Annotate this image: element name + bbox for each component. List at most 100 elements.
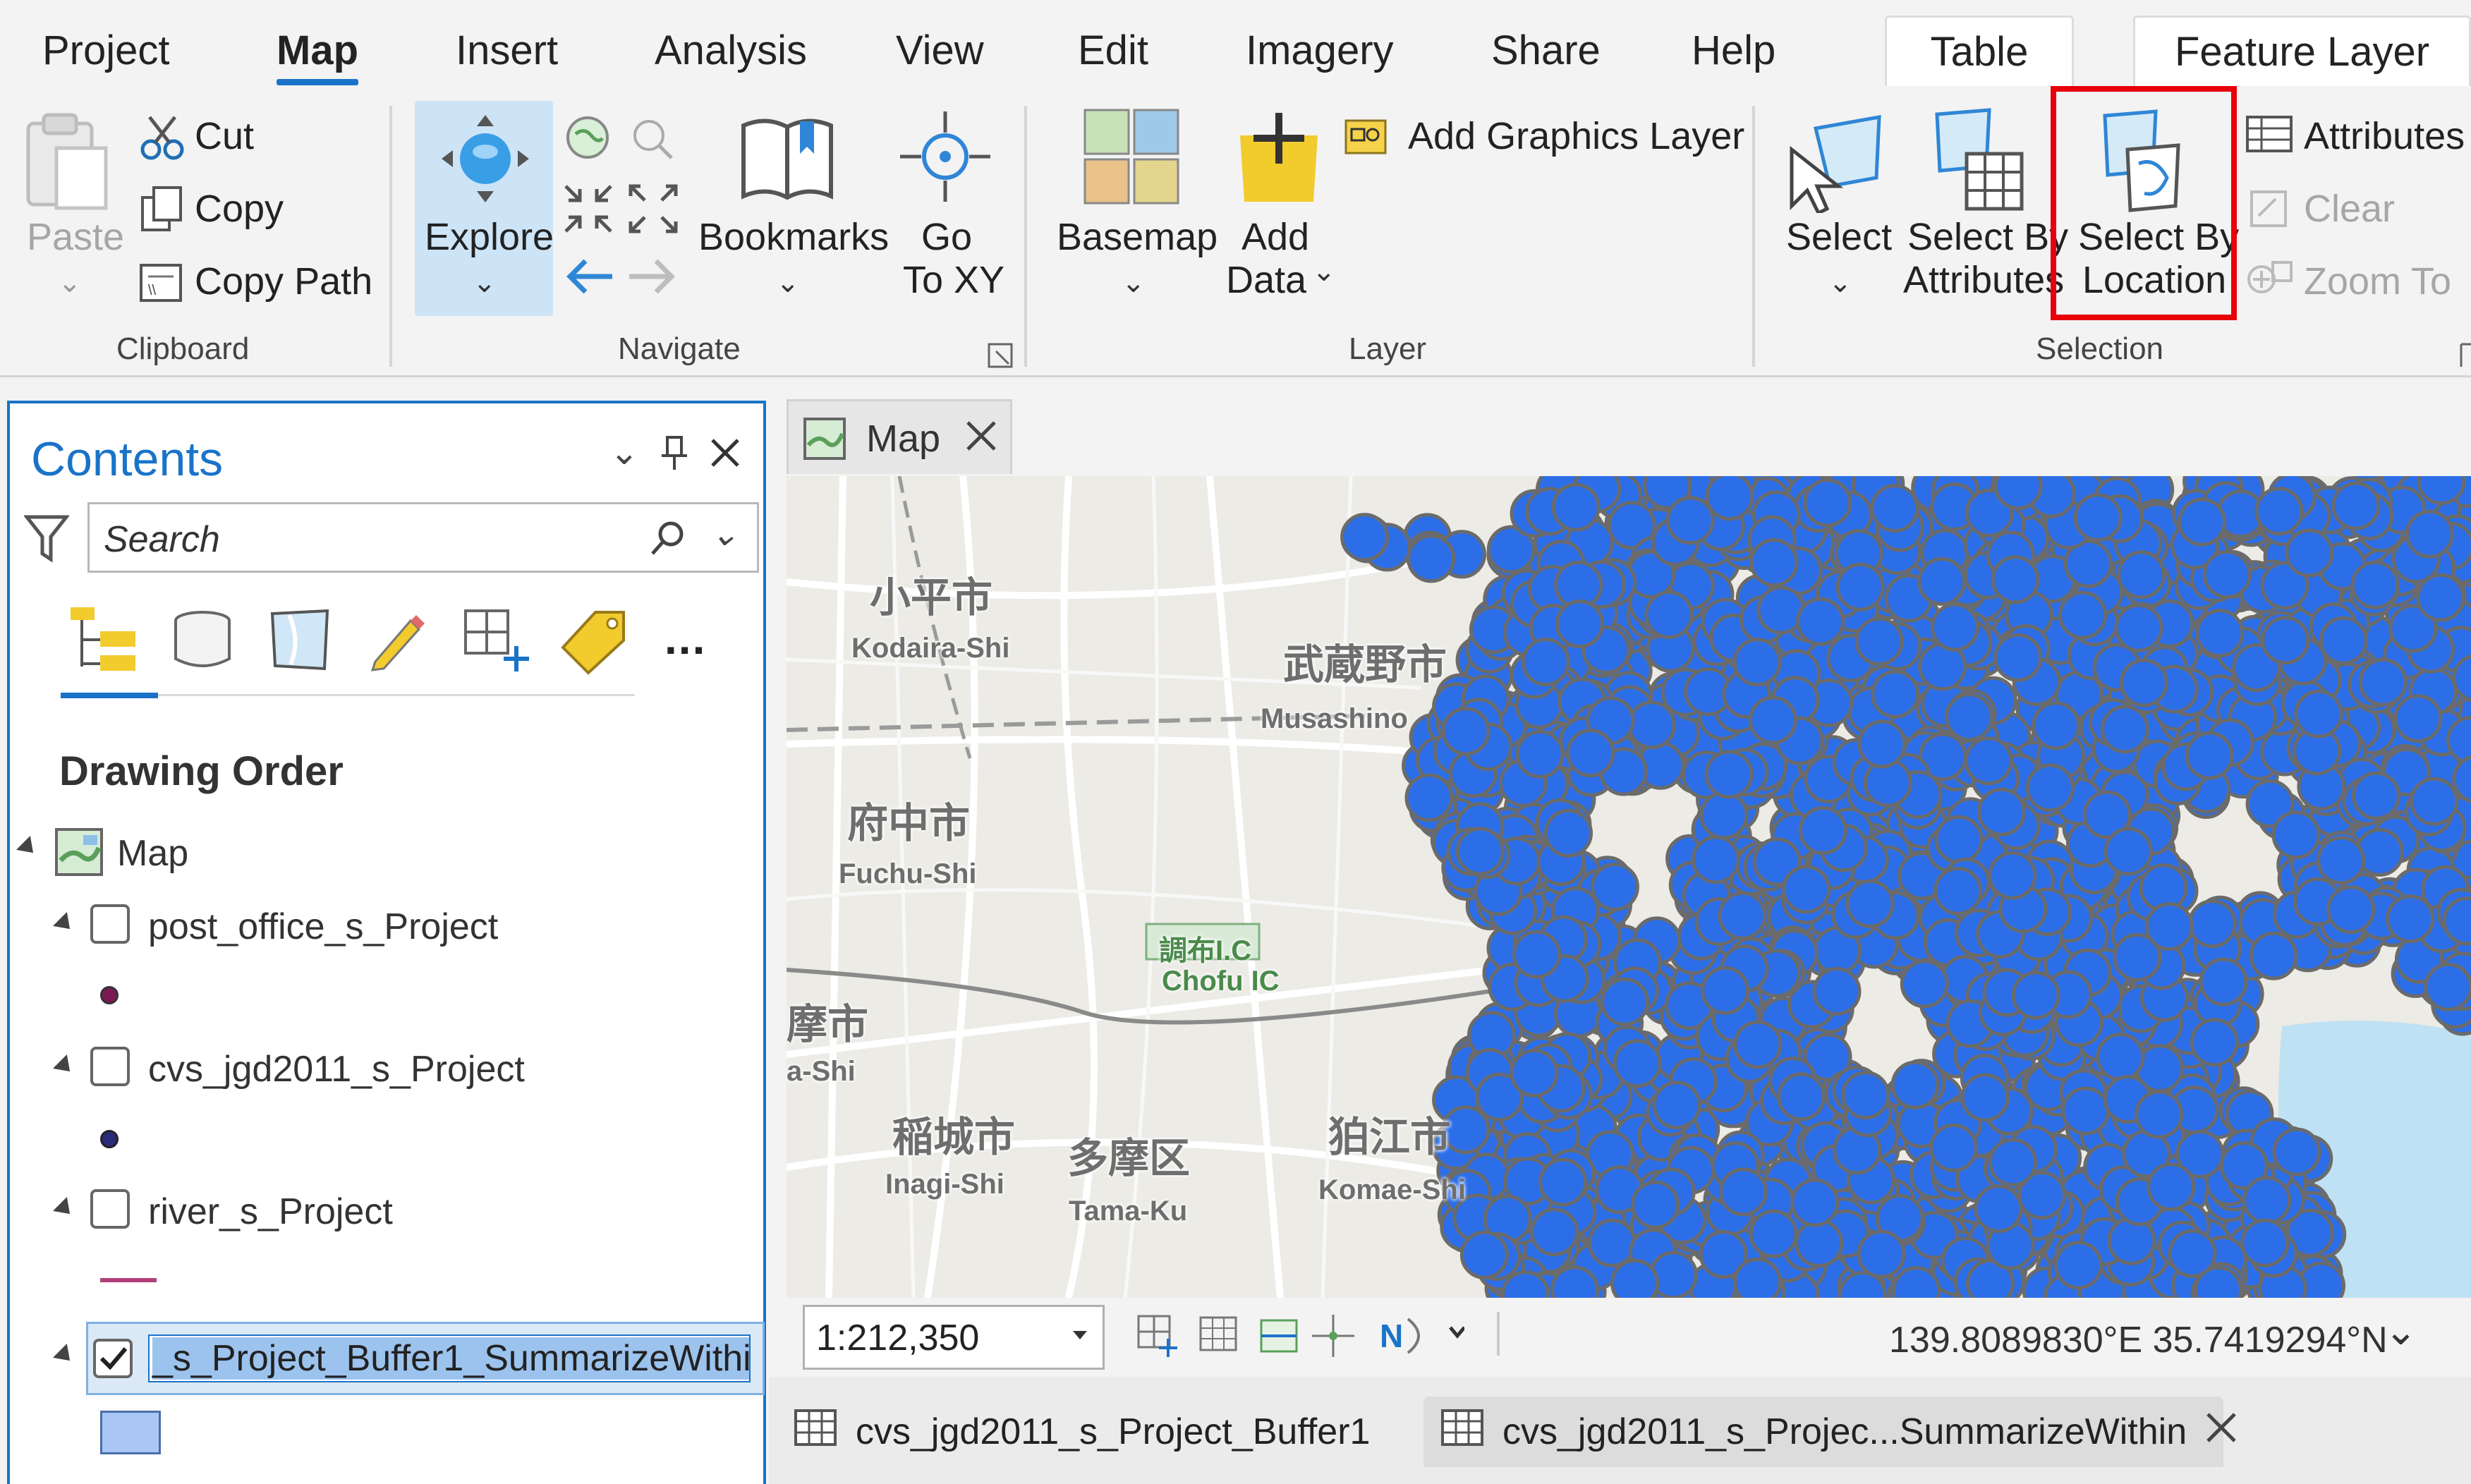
layer-name[interactable]: cvs_jgd2011_s_Project	[148, 1048, 525, 1090]
editing-pencil-icon[interactable]	[365, 608, 429, 675]
layer-visibility-checkbox[interactable]	[93, 1339, 133, 1378]
layer-name[interactable]: _s_Project_Buffer1_SummarizeWithin	[152, 1337, 749, 1380]
go-to-label-1[interactable]: Go	[921, 215, 972, 259]
add-data-label-2[interactable]: Data	[1226, 258, 1306, 302]
line-symbol-icon[interactable]	[100, 1278, 157, 1282]
select-by-attributes-label-1[interactable]: Select By	[1907, 215, 2068, 259]
table-tab-active[interactable]: cvs_jgd2011_s_Projec...SummarizeWithin	[1423, 1397, 2236, 1467]
more-options-icon[interactable]: ...	[664, 612, 706, 664]
paste-icon[interactable]	[21, 109, 113, 219]
layer-name-edit-field[interactable]: _s_Project_Buffer1_SummarizeWithin	[148, 1334, 751, 1382]
search-icon[interactable]	[647, 517, 689, 568]
tab-project[interactable]: Project	[42, 27, 170, 74]
copy-icon[interactable]	[138, 185, 188, 238]
bookmarks-label[interactable]: Bookmarks	[698, 215, 889, 259]
explore-dropdown-icon[interactable]: ⌄	[473, 267, 497, 299]
previous-extent-icon[interactable]	[628, 113, 677, 166]
forward-arrow-icon[interactable]	[626, 255, 680, 301]
add-data-dropdown-icon[interactable]: ⌄	[1312, 255, 1336, 288]
selection-view-icon[interactable]	[268, 608, 332, 675]
basemap-icon[interactable]	[1082, 107, 1181, 209]
fixed-zoom-in-icon[interactable]	[561, 182, 615, 239]
selection-options-icon[interactable]	[2459, 341, 2471, 373]
add-graphics-layer-icon[interactable]	[1344, 116, 1387, 159]
tab-insert[interactable]: Insert	[456, 27, 558, 74]
scale-value[interactable]: 1:212,350	[816, 1317, 979, 1359]
cut-icon[interactable]	[138, 113, 188, 166]
map-canvas[interactable]: 小平市 Kodaira-Shi 武蔵野市 Musashino 府中市 Fuchu…	[787, 476, 2471, 1298]
close-icon[interactable]	[2205, 1411, 2238, 1453]
tab-view[interactable]: View	[896, 27, 984, 74]
scale-selector[interactable]: 1:212,350	[803, 1305, 1105, 1370]
layer-name[interactable]: post_office_s_Project	[148, 906, 498, 948]
map-grid-tool-icon[interactable]	[1136, 1310, 1368, 1363]
table-tab-label[interactable]: cvs_jgd2011_s_Project_Buffer1	[856, 1411, 1370, 1453]
table-tab[interactable]: cvs_jgd2011_s_Project_Buffer1	[794, 1397, 1370, 1467]
map-node-label[interactable]: Map	[117, 832, 188, 875]
layer-name[interactable]: river_s_Project	[148, 1191, 393, 1233]
tab-edit[interactable]: Edit	[1078, 27, 1148, 74]
layer-visibility-checkbox[interactable]	[90, 1047, 130, 1086]
attributes-icon[interactable]	[2245, 113, 2294, 159]
select-by-attributes-label-2[interactable]: Attributes	[1903, 258, 2064, 302]
go-to-label-2[interactable]: To XY	[903, 258, 1004, 302]
coordinate-format-dropdown-icon[interactable]: ⌄	[2384, 1308, 2417, 1354]
basemap-dropdown-icon[interactable]: ⌄	[1122, 267, 1146, 299]
add-data-label-1[interactable]: Add	[1241, 215, 1309, 259]
paste-dropdown-icon[interactable]: ⌄	[58, 267, 82, 299]
pane-options-chevron-icon[interactable]: ⌄	[609, 432, 639, 473]
scale-dropdown-icon[interactable]	[1073, 1331, 1087, 1339]
copy-button[interactable]: Copy	[195, 187, 284, 231]
close-icon[interactable]	[965, 420, 997, 456]
explore-icon[interactable]	[436, 109, 535, 212]
tab-share[interactable]: Share	[1491, 27, 1601, 74]
full-extent-icon[interactable]	[563, 113, 612, 166]
clear-selection-icon[interactable]	[2247, 188, 2290, 233]
add-graphics-layer-button[interactable]: Add Graphics Layer	[1408, 114, 1744, 158]
drawing-order-icon[interactable]	[68, 604, 138, 679]
add-data-icon[interactable]	[1233, 107, 1325, 209]
point-symbol-icon[interactable]	[100, 1130, 119, 1148]
tab-help[interactable]: Help	[1692, 27, 1775, 74]
cut-button[interactable]: Cut	[195, 114, 254, 158]
search-dropdown-icon[interactable]: ⌄	[710, 514, 739, 554]
bookmarks-dropdown-icon[interactable]: ⌄	[776, 267, 800, 299]
copy-path-icon[interactable]: \\	[138, 258, 188, 311]
expand-layer-icon[interactable]	[53, 1344, 77, 1368]
fixed-zoom-out-icon[interactable]	[626, 182, 680, 239]
data-source-icon[interactable]	[171, 608, 234, 675]
tab-table[interactable]: Table	[1885, 16, 2074, 86]
paste-label[interactable]: Paste	[27, 215, 124, 259]
map-tab-label[interactable]: Map	[866, 417, 940, 461]
explore-label[interactable]: Explore	[425, 215, 554, 259]
tab-map[interactable]: Map	[277, 27, 358, 85]
point-symbol-icon[interactable]	[100, 986, 119, 1004]
snapping-icon[interactable]	[463, 608, 533, 675]
table-tab-label[interactable]: cvs_jgd2011_s_Projec...SummarizeWithin	[1502, 1411, 2187, 1453]
navigate-options-icon[interactable]	[986, 341, 1014, 373]
expand-map-icon[interactable]	[16, 836, 40, 860]
zoom-to-selection-icon[interactable]	[2245, 258, 2294, 304]
tab-feature-layer[interactable]: Feature Layer	[2133, 16, 2471, 86]
layer-visibility-checkbox[interactable]	[90, 1189, 130, 1229]
select-icon[interactable]	[1787, 107, 1886, 217]
search-input[interactable]: Search ⌄	[87, 502, 759, 573]
labeling-icon[interactable]	[560, 608, 628, 679]
go-to-xy-icon[interactable]	[896, 107, 995, 209]
back-arrow-icon[interactable]	[561, 255, 615, 301]
close-icon[interactable]	[708, 436, 742, 473]
map-tab[interactable]: Map	[787, 399, 1012, 474]
select-dropdown-icon[interactable]: ⌄	[1828, 267, 1852, 299]
tab-analysis[interactable]: Analysis	[655, 27, 807, 74]
bookmarks-icon[interactable]	[738, 111, 837, 207]
north-arrow-icon[interactable]: N	[1380, 1310, 1466, 1363]
polygon-symbol-icon[interactable]	[100, 1411, 161, 1454]
copy-path-button[interactable]: Copy Path	[195, 260, 372, 303]
attributes-button[interactable]: Attributes	[2304, 114, 2465, 158]
expand-layer-icon[interactable]	[53, 912, 77, 936]
clear-button[interactable]: Clear	[2304, 187, 2395, 231]
zoom-to-button[interactable]: Zoom To	[2304, 260, 2451, 303]
select-by-attributes-icon[interactable]	[1933, 107, 2024, 217]
basemap-label[interactable]: Basemap	[1057, 215, 1218, 259]
layer-visibility-checkbox[interactable]	[90, 904, 130, 944]
